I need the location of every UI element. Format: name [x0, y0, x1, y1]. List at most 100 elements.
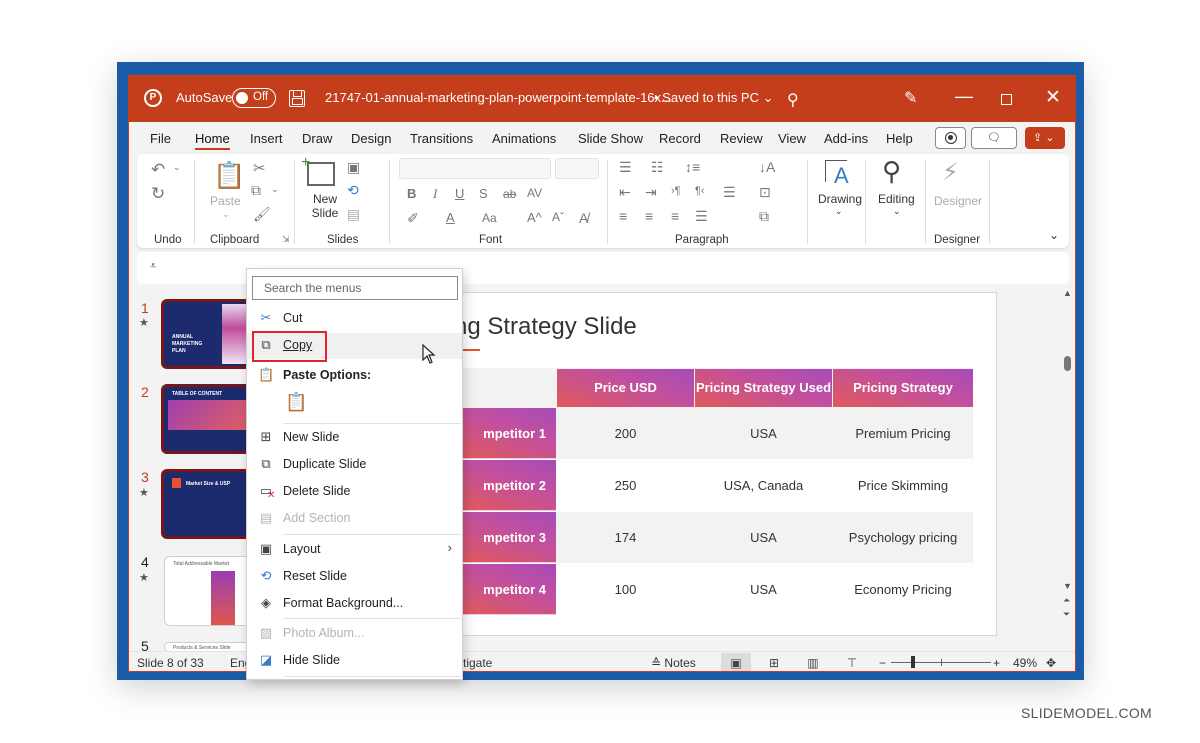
zoom-slider-thumb[interactable] — [911, 656, 915, 668]
save-icon[interactable] — [289, 90, 305, 107]
tab-file[interactable]: File — [150, 131, 171, 146]
search-menus-input[interactable]: Search the menus — [252, 276, 458, 300]
slide-title[interactable]: ng Strategy Slide — [454, 313, 637, 341]
collapse-ribbon-icon[interactable]: ⌄ — [1049, 228, 1059, 242]
scrollbar-thumb[interactable] — [1064, 356, 1071, 371]
dialog-launcher-icon[interactable]: ⇲ — [282, 234, 290, 245]
justify-icon[interactable]: ☰ — [695, 208, 708, 225]
smartart-icon[interactable]: ⧉ — [759, 208, 769, 225]
next-slide-icon[interactable]: ⏷ — [1063, 609, 1070, 620]
ltr-icon[interactable]: ›¶ — [671, 185, 681, 197]
slide-canvas[interactable]: ng Strategy Slide Price USD Pricing Stra… — [454, 292, 997, 636]
tab-review[interactable]: Review — [720, 131, 763, 146]
columns-icon[interactable]: ☰ — [723, 184, 736, 201]
paste-label[interactable]: Paste — [210, 194, 241, 208]
close-icon[interactable]: ✕ — [1045, 86, 1061, 109]
record-button[interactable] — [935, 127, 966, 149]
menu-item-format-background[interactable]: ◈ Format Background... — [247, 591, 462, 617]
scissors-icon[interactable]: ✂ — [253, 159, 266, 177]
paste-icon[interactable]: 📋 — [213, 160, 245, 191]
vertical-scrollbar[interactable]: ▲ ▼ ⏶ ⏷ — [1061, 288, 1075, 628]
notes-button[interactable]: ≙ Notes — [651, 656, 696, 670]
drawing-label[interactable]: Drawing — [818, 192, 862, 206]
fit-to-window-icon[interactable]: ✥ — [1046, 656, 1056, 670]
align-right-icon[interactable]: ≡ — [671, 208, 679, 224]
new-slide-label[interactable]: New Slide — [307, 192, 343, 220]
zoom-in-button[interactable]: + — [993, 656, 1000, 670]
document-title[interactable]: 21747-01-annual-marketing-plan-powerpoin… — [325, 90, 672, 105]
shadow-button[interactable]: S — [479, 186, 488, 201]
customize-toolbar-icon[interactable]: ⩡ — [150, 260, 156, 273]
undo-icon[interactable]: ↶ — [151, 160, 165, 180]
scroll-up-icon[interactable]: ▲ — [1063, 288, 1072, 298]
section-icon[interactable]: ▤ — [347, 206, 360, 223]
underline-button[interactable]: U — [455, 186, 464, 201]
slideshow-view-icon[interactable]: ⊤ — [837, 653, 867, 671]
previous-slide-icon[interactable]: ⏶ — [1063, 595, 1070, 606]
highlight-icon[interactable]: ✐ — [407, 210, 419, 227]
pen-icon[interactable]: ✎ — [904, 88, 917, 108]
copy-icon[interactable]: ⧉ — [251, 182, 261, 199]
reset-slide-icon[interactable]: ⟲ — [347, 182, 359, 199]
tab-add-ins[interactable]: Add-ins — [824, 131, 868, 146]
tab-draw[interactable]: Draw — [302, 131, 332, 146]
slide-thumbnail-3[interactable]: Market Size & USP — [161, 469, 253, 539]
menu-item-layout[interactable]: ▣ Layout › — [247, 537, 462, 563]
editing-search-icon[interactable]: ⚲ — [882, 156, 901, 187]
editing-label[interactable]: Editing — [878, 192, 915, 206]
tab-animations[interactable]: Animations — [492, 131, 556, 146]
autosave-toggle[interactable]: Off — [232, 88, 276, 108]
copy-dropdown-icon[interactable]: ⌄ — [271, 184, 279, 195]
tab-record[interactable]: Record — [659, 131, 701, 146]
font-name-dropdown[interactable] — [399, 158, 551, 179]
tab-view[interactable]: View — [778, 131, 806, 146]
save-status[interactable]: • Saved to this PC ⌄ — [654, 90, 774, 106]
format-painter-icon[interactable]: 🖌 — [253, 206, 271, 223]
maximize-icon[interactable] — [1001, 94, 1012, 105]
tab-design[interactable]: Design — [351, 131, 391, 146]
zoom-out-button[interactable]: − — [879, 656, 886, 670]
line-spacing-icon[interactable]: ↕≡ — [685, 159, 700, 175]
new-slide-icon[interactable]: + — [301, 154, 335, 186]
text-direction-icon[interactable]: ↓A — [759, 159, 775, 175]
align-center-icon[interactable]: ≡ — [645, 208, 653, 224]
character-spacing-button[interactable]: AV — [527, 186, 542, 200]
redo-icon[interactable]: ↻ — [151, 184, 165, 204]
reading-view-icon[interactable]: ▥ — [798, 653, 828, 671]
menu-item-delete-slide[interactable]: ▭ ✕ Delete Slide — [247, 479, 462, 505]
slide-sorter-icon[interactable]: ⊞ — [759, 653, 789, 671]
rtl-icon[interactable]: ¶‹ — [695, 185, 705, 197]
align-text-icon[interactable]: ⊡ — [759, 184, 771, 201]
slide-thumbnail-4[interactable]: Total Addressable Market — [164, 556, 256, 626]
italic-button[interactable]: I — [433, 186, 437, 202]
font-size-dropdown[interactable] — [555, 158, 599, 179]
menu-item-cut[interactable]: ✂ Cut — [247, 306, 462, 332]
bullets-icon[interactable]: ☰ — [619, 159, 632, 176]
paste-dropdown-icon[interactable]: ⌄ — [222, 209, 230, 220]
menu-item-duplicate-slide[interactable]: ⧉ Duplicate Slide — [247, 452, 462, 478]
tab-home[interactable]: Home — [195, 131, 230, 150]
zoom-level[interactable]: 49% — [1013, 656, 1037, 670]
normal-view-icon[interactable]: ▣ — [721, 653, 751, 671]
comments-button[interactable]: 🗨 — [971, 127, 1017, 149]
scroll-down-icon[interactable]: ▼ — [1063, 581, 1072, 591]
bold-button[interactable]: B — [407, 186, 416, 201]
increase-indent-icon[interactable]: ⇥ — [645, 184, 657, 201]
change-case-button[interactable]: Aa — [482, 211, 497, 225]
slide-thumbnail-2[interactable]: TABLE OF CONTENT — [161, 384, 253, 454]
slide-thumbnail-1[interactable]: ANNUAL MARKETING PLAN — [161, 299, 253, 369]
decrease-font-button[interactable]: Aˇ — [552, 210, 564, 224]
drawing-dropdown-icon[interactable]: ⌄ — [835, 206, 843, 217]
tab-slide-show[interactable]: Slide Show — [578, 131, 643, 146]
designer-button-label[interactable]: Designer — [934, 194, 982, 208]
tab-help[interactable]: Help — [886, 131, 913, 146]
minimize-icon[interactable]: — — [955, 86, 973, 107]
tab-insert[interactable]: Insert — [250, 131, 283, 146]
undo-dropdown-icon[interactable]: ⌄ — [173, 162, 181, 173]
tab-transitions[interactable]: Transitions — [410, 131, 473, 146]
decrease-indent-icon[interactable]: ⇤ — [619, 184, 631, 201]
drawing-icon[interactable]: A — [825, 160, 849, 188]
font-color-button[interactable]: A — [446, 210, 455, 225]
editing-dropdown-icon[interactable]: ⌄ — [893, 206, 901, 217]
align-left-icon[interactable]: ≡ — [619, 208, 627, 224]
